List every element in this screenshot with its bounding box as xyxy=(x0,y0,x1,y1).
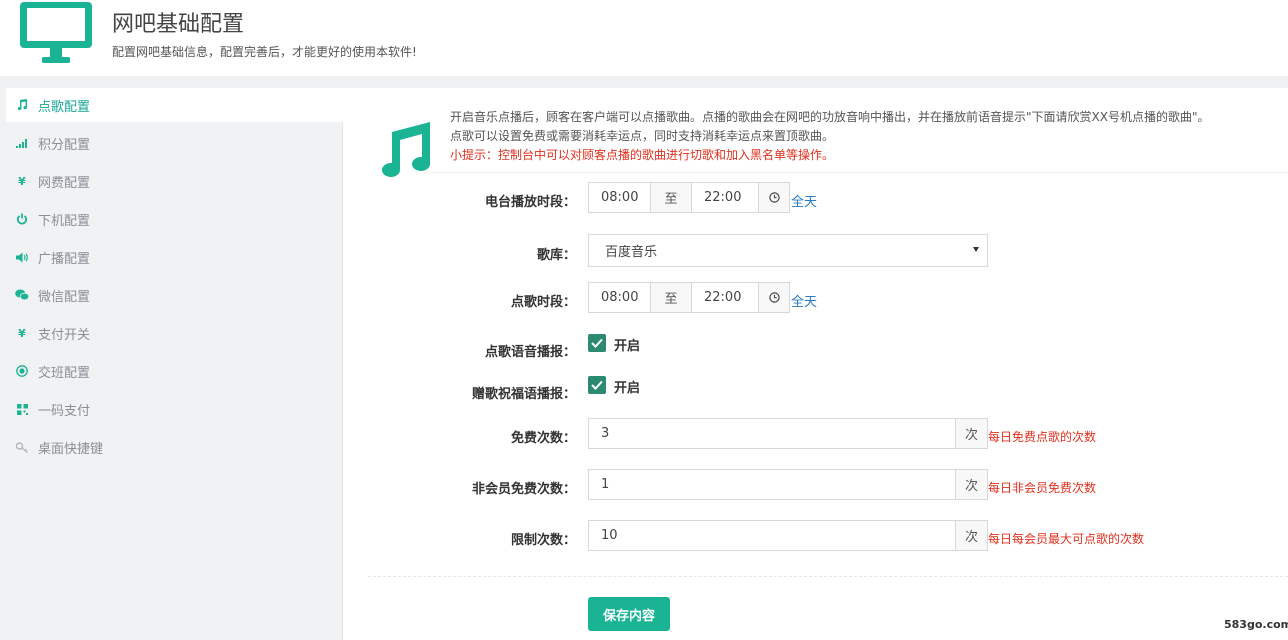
page-subtitle: 配置网吧基础信息，配置完善后，才能更好的使用本软件! xyxy=(112,45,417,59)
sidebar: 点歌配置 积分配置 ¥ 网费配置 下机配置 广播配置 微信配置 ¥ 支付开关 交… xyxy=(0,88,343,640)
gift-broadcast-text: 开启 xyxy=(614,381,641,396)
music-icon xyxy=(14,97,30,113)
sidebar-item-label: 桌面快捷键 xyxy=(38,441,104,457)
limit-count-hint: 每日每会员最大可点歌的次数 xyxy=(988,532,1145,546)
power-icon xyxy=(14,211,30,227)
voice-broadcast-text: 开启 xyxy=(614,339,641,354)
nonmember-free-label: 非会员免费次数： xyxy=(471,482,576,497)
sidebar-item-desktop-shortcut[interactable]: 桌面快捷键 xyxy=(0,430,343,464)
sidebar-item-label: 下机配置 xyxy=(38,213,91,229)
music-note-icon xyxy=(382,122,430,177)
chevron-down-icon xyxy=(973,247,979,252)
song-start-input[interactable]: 08:00 xyxy=(588,282,651,313)
nonmember-free-input[interactable]: 1 xyxy=(588,469,956,500)
clock-icon[interactable] xyxy=(758,182,790,213)
sidebar-item-label: 一码支付 xyxy=(38,403,91,419)
monitor-icon xyxy=(20,2,92,63)
sidebar-item-payment-switch[interactable]: ¥ 支付开关 xyxy=(0,316,343,350)
intro-line-1: 开启音乐点播后，顾客在客户端可以点播歌曲。点播的歌曲会在网吧的功放音响中播出，并… xyxy=(450,110,1210,124)
save-button[interactable]: 保存内容 xyxy=(588,597,670,631)
radio-time-label: 电台播放时段： xyxy=(484,195,576,210)
wechat-icon xyxy=(14,287,30,303)
sidebar-item-song-config[interactable]: 点歌配置 xyxy=(6,88,343,122)
sidebar-item-label: 微信配置 xyxy=(38,289,91,305)
radio-to-addon: 至 xyxy=(650,182,692,213)
song-time-label: 点歌时段： xyxy=(510,295,576,310)
form-divider xyxy=(368,576,1288,577)
sidebar-item-wechat-config[interactable]: 微信配置 xyxy=(0,278,343,312)
sidebar-item-points-config[interactable]: 积分配置 xyxy=(0,126,343,160)
free-count-unit: 次 xyxy=(955,418,988,449)
sidebar-item-label: 积分配置 xyxy=(38,137,91,153)
gift-broadcast-label: 赠歌祝福语播报： xyxy=(471,387,576,402)
sidebar-item-logoff-config[interactable]: 下机配置 xyxy=(0,202,343,236)
limit-count-input[interactable]: 10 xyxy=(588,520,956,551)
intro-line-2: 点歌可以设置免费或需要消耗幸运点，同时支持消耗幸运点来置顶歌曲。 xyxy=(450,129,835,143)
yen-icon: ¥ xyxy=(18,326,26,340)
library-selected-value: 百度音乐 xyxy=(605,245,658,260)
page-title: 网吧基础配置 xyxy=(112,12,245,37)
main-panel: 开启音乐点播后，顾客在客户端可以点播歌曲。点播的歌曲会在网吧的功放音响中播出，并… xyxy=(344,88,1288,640)
sidebar-item-broadcast-config[interactable]: 广播配置 xyxy=(0,240,343,274)
limit-count-label: 限制次数： xyxy=(510,533,576,548)
nonmember-free-unit: 次 xyxy=(955,469,988,500)
free-count-hint: 每日免费点歌的次数 xyxy=(988,430,1097,444)
sidebar-item-label: 广播配置 xyxy=(38,251,91,267)
sidebar-item-label: 支付开关 xyxy=(38,327,91,343)
sidebar-item-shift-config[interactable]: 交班配置 xyxy=(0,354,343,388)
sidebar-item-label: 网费配置 xyxy=(38,175,91,191)
voice-broadcast-label: 点歌语音播报： xyxy=(484,345,576,360)
free-count-input[interactable]: 3 xyxy=(588,418,956,449)
intro-divider xyxy=(424,172,1288,173)
signal-icon xyxy=(14,135,30,151)
limit-count-unit: 次 xyxy=(955,520,988,551)
sidebar-item-fee-config[interactable]: ¥ 网费配置 xyxy=(0,164,343,198)
watermark: 583go.com xyxy=(1224,618,1288,631)
song-all-day-link[interactable]: 全天 xyxy=(791,291,817,310)
sidebar-item-qr-payment[interactable]: 一码支付 xyxy=(0,392,343,426)
yen-icon: ¥ xyxy=(18,174,26,188)
radio-all-day-link[interactable]: 全天 xyxy=(791,191,817,210)
intro-text: 开启音乐点播后，顾客在客户端可以点播歌曲。点播的歌曲会在网吧的功放音响中播出，并… xyxy=(450,108,1282,165)
intro-warning: 小提示：控制台中可以对顾客点播的歌曲进行切歌和加入黑名单等操作。 xyxy=(450,148,835,162)
library-select[interactable]: 百度音乐 xyxy=(588,234,988,267)
free-count-label: 免费次数： xyxy=(510,431,576,446)
target-icon xyxy=(14,363,30,379)
qrcode-icon xyxy=(14,401,30,417)
radio-end-input[interactable]: 22:00 xyxy=(691,182,759,213)
song-to-addon: 至 xyxy=(650,282,692,313)
song-end-input[interactable]: 22:00 xyxy=(691,282,759,313)
sidebar-item-label: 交班配置 xyxy=(38,365,91,381)
volume-icon xyxy=(14,249,30,265)
voice-broadcast-checkbox[interactable] xyxy=(588,334,606,352)
header-gap xyxy=(0,76,1288,88)
clock-icon[interactable] xyxy=(758,282,790,313)
gift-broadcast-checkbox[interactable] xyxy=(588,376,606,394)
sidebar-item-label: 点歌配置 xyxy=(38,99,91,115)
nonmember-free-hint: 每日非会员免费次数 xyxy=(988,481,1097,495)
page-header: 网吧基础配置 配置网吧基础信息，配置完善后，才能更好的使用本软件! xyxy=(0,0,1288,76)
key-icon xyxy=(14,439,30,455)
radio-start-input[interactable]: 08:00 xyxy=(588,182,651,213)
library-label: 歌库： xyxy=(536,248,576,263)
